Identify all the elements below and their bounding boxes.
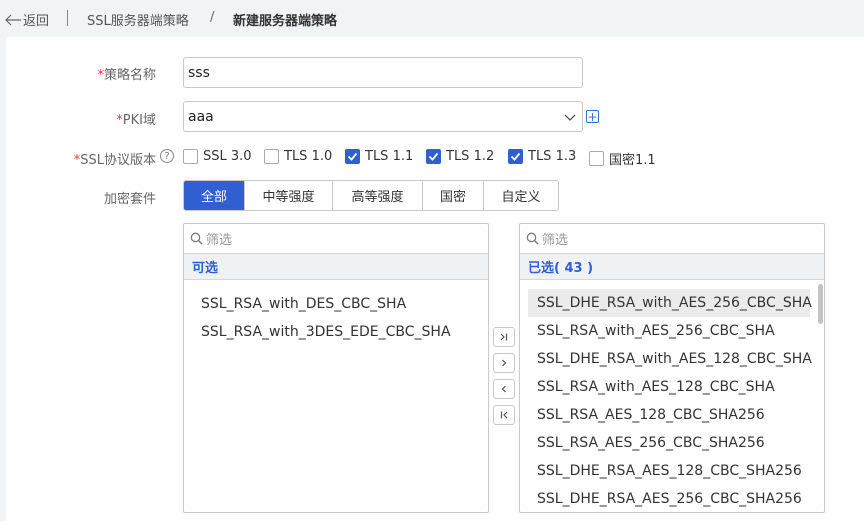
checkbox-tls10[interactable]: TLS 1.0 bbox=[264, 149, 332, 164]
divider bbox=[67, 10, 68, 26]
ssl-version-label: *SSL协议版本 bbox=[73, 153, 156, 168]
add-pki-button[interactable]: + bbox=[586, 110, 599, 123]
check-icon bbox=[345, 149, 360, 164]
scrollbar[interactable] bbox=[818, 284, 823, 324]
pki-domain-select[interactable]: aaa bbox=[183, 101, 583, 132]
tab-high[interactable]: 高等强度 bbox=[332, 181, 422, 210]
policy-name-input[interactable]: sss bbox=[183, 57, 583, 88]
checkbox-box bbox=[183, 149, 198, 164]
breadcrumb-current: 新建服务器端策略 bbox=[233, 14, 338, 29]
arrow-left-icon bbox=[5, 14, 21, 25]
search-icon bbox=[190, 232, 203, 245]
move-right-icon bbox=[502, 359, 507, 367]
breadcrumb-separator: / bbox=[210, 10, 215, 25]
move-all-right-button[interactable] bbox=[493, 327, 515, 347]
list-item[interactable]: SSL_DHE_RSA_with_AES_256_CBC_SHA bbox=[528, 289, 812, 317]
plus-icon: + bbox=[587, 109, 598, 124]
tab-custom[interactable]: 自定义 bbox=[483, 181, 558, 210]
selected-list: 筛选 已选( 43 ) SSL_DHE_RSA_with_AES_256_CBC… bbox=[519, 223, 825, 513]
checkbox-tls11[interactable]: TLS 1.1 bbox=[345, 149, 413, 164]
move-left-button[interactable] bbox=[493, 379, 515, 399]
checkbox-tls13[interactable]: TLS 1.3 bbox=[508, 149, 576, 164]
move-all-right-icon bbox=[500, 333, 508, 341]
search-icon bbox=[526, 232, 539, 245]
available-list: 筛选 可选 SSL_RSA_with_DES_CBC_SHA SSL_RSA_w… bbox=[183, 223, 489, 513]
cipher-tabs: 全部 中等强度 高等强度 国密 自定义 bbox=[183, 180, 559, 211]
breadcrumb-parent[interactable]: SSL服务器端策略 bbox=[87, 10, 189, 29]
check-icon bbox=[508, 149, 523, 164]
list-item[interactable]: SSL_RSA_with_DES_CBC_SHA bbox=[184, 290, 488, 318]
tab-medium[interactable]: 中等强度 bbox=[244, 181, 332, 210]
tab-all[interactable]: 全部 bbox=[184, 181, 244, 210]
list-item[interactable]: SSL_RSA_with_AES_256_CBC_SHA bbox=[520, 317, 824, 345]
checkbox-ssl30[interactable]: SSL 3.0 bbox=[183, 149, 252, 164]
list-item[interactable]: SSL_RSA_AES_128_CBC_SHA256 bbox=[520, 401, 824, 429]
selected-search-input[interactable]: 筛选 bbox=[520, 224, 824, 254]
list-item[interactable]: SSL_DHE_RSA_AES_256_CBC_SHA256 bbox=[520, 485, 824, 512]
back-button[interactable]: 返回 bbox=[4, 10, 49, 29]
move-left-icon bbox=[501, 385, 506, 393]
selected-items: SSL_DHE_RSA_with_AES_256_CBC_SHA SSL_RSA… bbox=[520, 280, 824, 512]
checkbox-gm11[interactable]: 国密1.1 bbox=[589, 149, 656, 168]
checkbox-box bbox=[589, 151, 604, 166]
selected-header: 已选( 43 ) bbox=[520, 254, 824, 280]
available-header: 可选 bbox=[184, 254, 488, 280]
policy-name-label: *策略名称 bbox=[97, 68, 156, 83]
chevron-down-icon bbox=[564, 114, 576, 121]
breadcrumb-bar: 返回 SSL服务器端策略 / 新建服务器端策略 bbox=[0, 0, 864, 37]
list-item[interactable]: SSL_RSA_with_3DES_EDE_CBC_SHA bbox=[184, 318, 488, 346]
back-label: 返回 bbox=[23, 14, 50, 29]
available-search-input[interactable]: 筛选 bbox=[184, 224, 488, 254]
move-all-left-button[interactable] bbox=[493, 405, 515, 425]
list-item[interactable]: SSL_RSA_AES_256_CBC_SHA256 bbox=[520, 429, 824, 457]
checkbox-tls12[interactable]: TLS 1.2 bbox=[426, 149, 494, 164]
pki-domain-value: aaa bbox=[188, 108, 214, 125]
tab-gm[interactable]: 国密 bbox=[422, 181, 483, 210]
list-item[interactable]: SSL_RSA_with_AES_128_CBC_SHA bbox=[520, 373, 824, 401]
move-all-left-icon bbox=[500, 411, 508, 419]
move-right-button[interactable] bbox=[493, 353, 515, 373]
question-circle-icon[interactable]: ? bbox=[160, 149, 174, 163]
check-icon bbox=[426, 149, 441, 164]
cipher-suite-label: 加密套件 bbox=[103, 192, 156, 207]
checkbox-box bbox=[264, 149, 279, 164]
list-item[interactable]: SSL_DHE_RSA_AES_128_CBC_SHA256 bbox=[520, 457, 824, 485]
pki-domain-label: *PKI域 bbox=[116, 113, 156, 128]
list-item[interactable]: SSL_DHE_RSA_with_AES_128_CBC_SHA bbox=[520, 345, 824, 373]
